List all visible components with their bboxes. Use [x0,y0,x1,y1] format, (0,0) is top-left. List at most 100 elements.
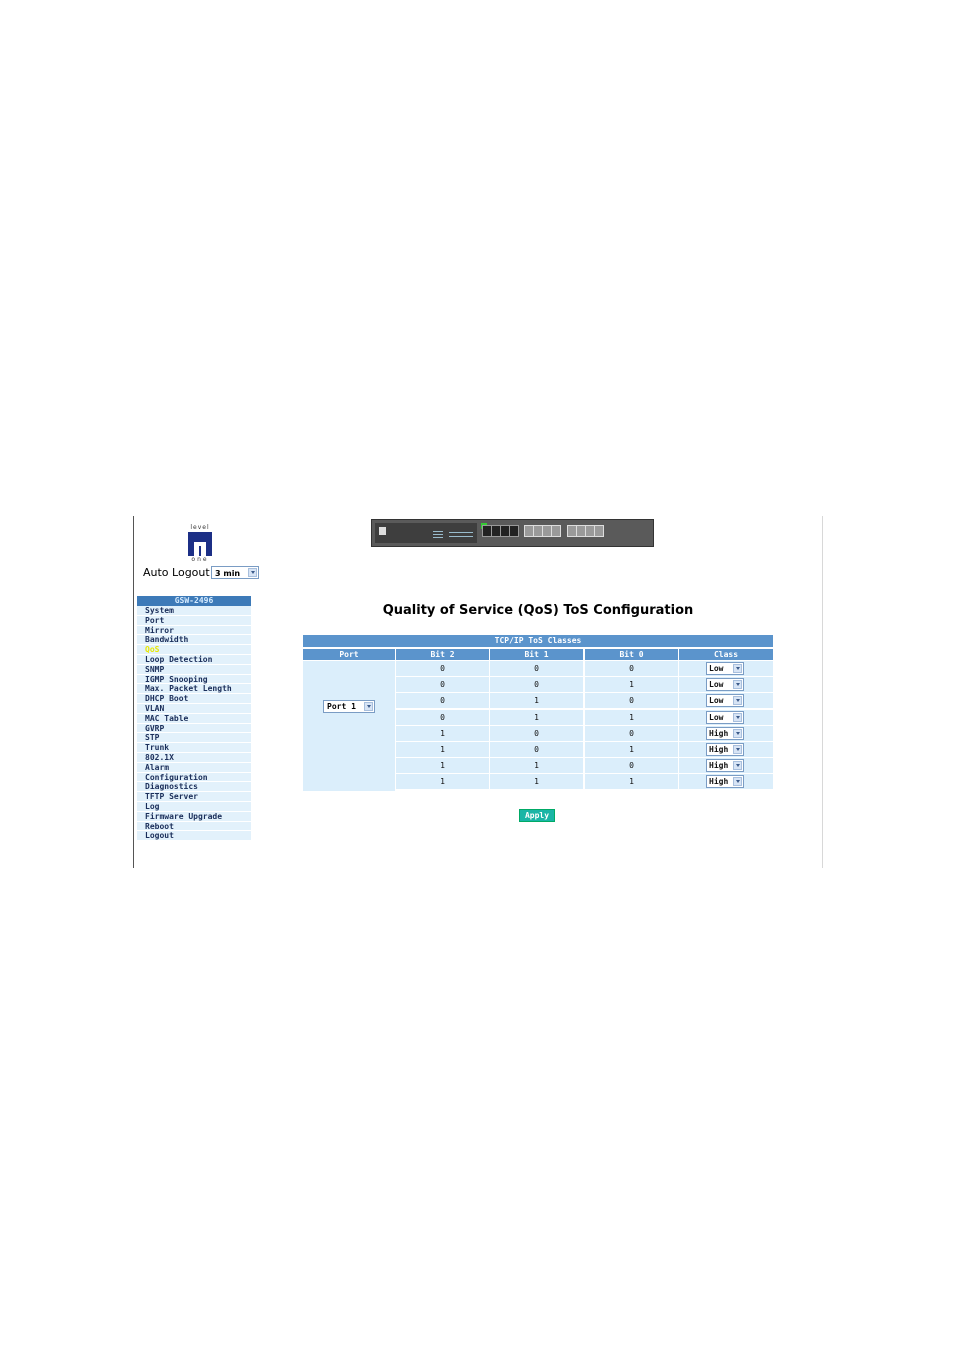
frame-divider-left [133,516,134,868]
cell-bit0: 0 [585,693,678,709]
cell-bit0: 0 [585,725,678,741]
class-select[interactable]: High [706,775,744,789]
class-select-value: High [709,728,729,738]
sidebar-item-label: Mirror [145,625,174,635]
port-cell: Port 1 [303,661,395,791]
sidebar-item-reboot[interactable]: Reboot [137,821,251,832]
class-select[interactable]: Low [706,694,744,708]
sidebar-item-label: SNMP [145,664,165,674]
sidebar-item-tftp-server[interactable]: TFTP Server [137,792,251,802]
header-class: Class [679,649,773,660]
sidebar-item-firmware-upgrade[interactable]: Firmware Upgrade [137,811,251,822]
cell-class: High [679,774,773,790]
chevron-down-icon[interactable] [733,712,742,722]
sidebar-item-system[interactable]: System [137,606,251,616]
class-select-value: Low [709,680,724,690]
logo-mark [188,532,212,556]
cell-bit1: 1 [490,774,583,790]
class-select-value: Low [709,712,724,722]
chevron-down-icon[interactable] [733,728,742,738]
sidebar-item-trunk[interactable]: Trunk [137,743,251,753]
cell-bit1: 0 [490,725,583,741]
cell-class: Low [679,693,773,709]
class-select-value: High [709,745,729,754]
header-bit1: Bit 1 [490,649,583,660]
chevron-down-icon[interactable] [733,696,742,706]
chevron-down-icon[interactable] [364,702,373,711]
chevron-down-icon[interactable] [733,664,742,673]
sidebar-item-logout[interactable]: Logout [137,831,251,842]
sidebar-item-igmp-snooping[interactable]: IGMP Snooping [137,674,251,685]
cell-bit0: 0 [585,661,678,676]
header-port: Port [303,649,395,660]
chevron-down-icon[interactable] [733,777,742,787]
sidebar-item-mirror[interactable]: Mirror [137,625,251,636]
sidebar-item-vlan[interactable]: VLAN [137,703,251,714]
table-row: 0 1 1 Low [396,709,773,725]
cell-class: High [679,742,773,757]
cell-bit1: 1 [490,693,583,709]
sidebar-item-port[interactable]: Port [137,615,251,626]
sidebar-item-label: System [145,606,174,615]
chevron-down-icon[interactable] [733,680,742,690]
sidebar-item-max-packet-length[interactable]: Max. Packet Length [137,684,251,695]
cell-class: High [679,758,773,774]
cell-bit1: 0 [490,742,583,757]
sidebar-item-mac-table[interactable]: MAC Table [137,713,251,724]
auto-logout: Auto Logout 3 min [143,566,259,579]
sidebar-item-gvrp[interactable]: GVRP [137,723,251,734]
apply-button[interactable]: Apply [519,809,555,822]
port-select-value: Port 1 [327,702,356,711]
sidebar-item-label: Loop Detection [145,654,213,664]
sidebar-item-diagnostics[interactable]: Diagnostics [137,782,251,793]
chevron-down-icon[interactable] [248,568,257,577]
table-row: 0 0 0 Low [396,661,773,676]
sidebar-item-label: Bandwidth [145,635,189,645]
class-select[interactable]: High [706,726,744,740]
chevron-down-icon[interactable] [733,761,742,771]
switch-device-image [371,519,654,547]
header-bit0: Bit 0 [585,649,678,660]
cell-bit2: 1 [396,774,489,790]
sidebar-item-label: Logout [145,831,174,841]
sidebar-item-qos[interactable]: QoS [137,645,251,655]
sidebar-item-snmp[interactable]: SNMP [137,664,251,675]
sidebar-item-log[interactable]: Log [137,801,251,812]
sidebar-item-alarm[interactable]: Alarm [137,762,251,773]
table-row: 1 0 0 High [396,725,773,741]
sidebar-item-label: 802.1X [145,752,174,762]
chevron-down-icon[interactable] [733,745,742,754]
cell-bit2: 0 [396,693,489,709]
port-select[interactable]: Port 1 [323,700,375,713]
sidebar-item-dhcp-boot[interactable]: DHCP Boot [137,694,251,704]
sidebar-item-802-1x[interactable]: 802.1X [137,752,251,763]
cell-bit1: 1 [490,709,583,725]
cell-bit1: 0 [490,661,583,676]
logo-bottom-text: one [191,556,209,563]
cell-bit0: 1 [585,742,678,757]
class-select-value: Low [709,696,724,706]
class-select[interactable]: Low [706,710,744,724]
frame-divider-right [822,516,823,868]
sidebar-item-stp[interactable]: STP [137,733,251,744]
cell-bit2: 0 [396,709,489,725]
sidebar-item-label: STP [145,733,160,743]
auto-logout-label: Auto Logout [143,566,210,579]
class-select[interactable]: High [706,759,744,773]
class-select[interactable]: Low [706,662,744,675]
cell-bit2: 1 [396,758,489,774]
sidebar-item-label: VLAN [145,703,165,713]
class-select[interactable]: Low [706,678,744,692]
sidebar-item-configuration[interactable]: Configuration [137,772,251,783]
table-row: 1 0 1 High [396,742,773,757]
sidebar-item-label: QoS [145,645,160,655]
table-row: 1 1 1 High [396,774,773,790]
cell-class: High [679,725,773,741]
sidebar-item-bandwidth[interactable]: Bandwidth [137,635,251,646]
class-select-value: High [709,761,729,771]
table-row: 1 1 0 High [396,758,773,774]
sidebar-item-loop-detection[interactable]: Loop Detection [137,654,251,665]
class-select[interactable]: High [706,743,744,756]
cell-class: Low [679,677,773,693]
auto-logout-select[interactable]: 3 min [211,566,259,579]
